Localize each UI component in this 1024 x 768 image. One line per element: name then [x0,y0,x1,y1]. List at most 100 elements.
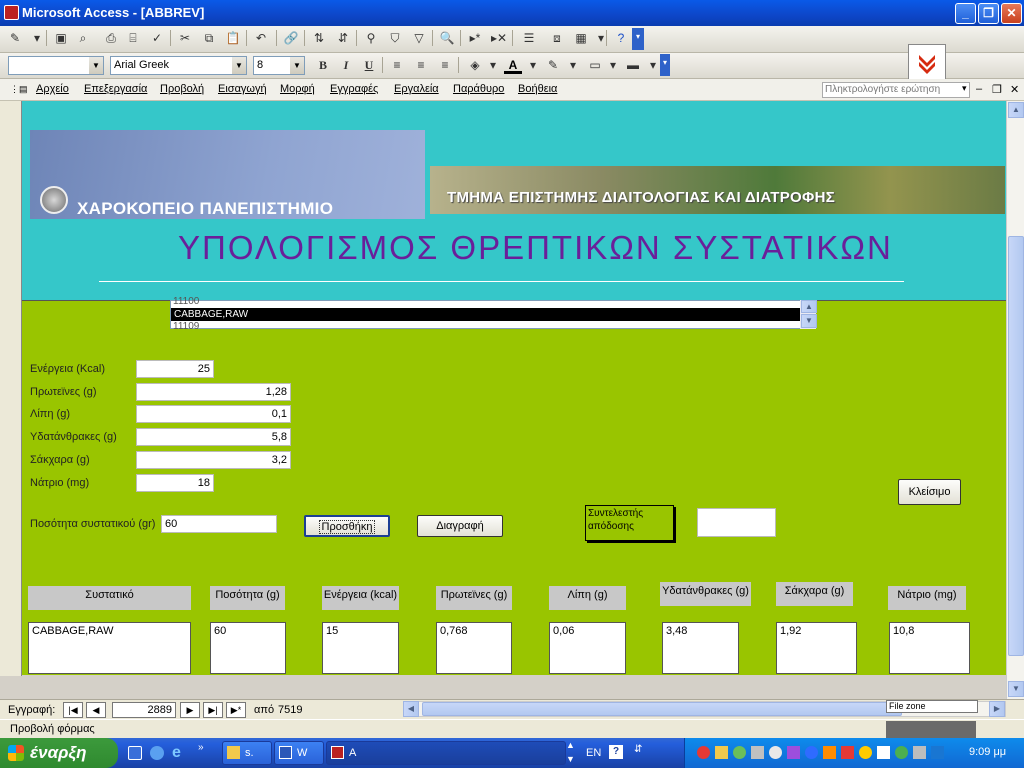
language-bar-options-icon[interactable]: ⇵ [634,744,642,755]
list-item[interactable]: 11109 [173,321,199,329]
taskbar-item-word[interactable]: W [274,741,324,765]
doc-close-button[interactable]: ✕ [1010,83,1019,96]
sugars-field[interactable]: 3,2 [136,451,291,469]
fill-color-icon[interactable]: ◈ [466,56,484,74]
table-cell-sodium[interactable]: 10,8 [889,622,970,674]
tray-red-icon[interactable] [697,746,710,759]
view-dropdown-icon[interactable]: ▾ [28,29,46,47]
language-help-icon[interactable]: ? [609,745,623,759]
tray-gray-icon[interactable] [913,746,926,759]
find-icon[interactable]: 🔍 [438,29,456,47]
fat-field[interactable]: 0,1 [136,405,291,423]
tray-green-icon[interactable] [895,746,908,759]
menu-records[interactable]: Εγγραφές [330,83,378,95]
menu-help[interactable]: Βοήθεια [518,83,557,95]
menu-window[interactable]: Παράθυρο [453,83,504,95]
last-record-icon[interactable]: ▶| [203,702,223,718]
tray-volume-icon[interactable] [751,746,764,759]
list-item-selected[interactable]: CABBAGE,RAW [171,308,800,321]
yield-coefficient-field[interactable] [697,508,776,537]
tray-bluetooth-icon[interactable] [805,746,818,759]
italic-button[interactable]: I [337,56,355,74]
style-combo[interactable]: ▼ [8,56,104,75]
line-color-icon[interactable]: ✎ [544,56,562,74]
spelling-icon[interactable]: ✓ [148,29,166,47]
underline-button[interactable]: U [360,56,378,74]
view-icon[interactable]: ✎ [6,29,24,47]
doc-restore-button[interactable]: ❐ [992,83,1002,96]
show-desktop-icon[interactable] [128,746,142,760]
table-cell-ingredient[interactable]: CABBAGE,RAW [28,622,191,674]
menu-insert[interactable]: Εισαγωγή [218,83,267,95]
quantity-field[interactable]: 60 [161,515,277,533]
next-record-icon[interactable]: ▶ [180,702,200,718]
filter-by-form-icon[interactable]: ⛉ [386,29,404,47]
scroll-up-icon[interactable]: ▲ [1008,102,1024,118]
scroll-left-icon[interactable]: ◀ [403,701,419,717]
doc-minimize-button[interactable]: – [976,83,982,95]
list-item[interactable]: 11100 [173,296,199,307]
current-record-field[interactable]: 2889 [112,702,176,718]
table-cell-sugars[interactable]: 1,92 [776,622,857,674]
tray-antivirus-icon[interactable] [841,746,854,759]
new-object-dropdown-icon[interactable]: ▾ [592,29,610,47]
line-width-icon[interactable]: ▭ [586,56,604,74]
special-effect-icon[interactable]: ▬ [624,56,642,74]
table-cell-energy[interactable]: 15 [322,622,399,674]
print-preview-icon[interactable]: ⌸ [124,29,142,47]
floating-arrow-button[interactable] [908,44,946,82]
sort-descending-icon[interactable]: ⇵ [334,29,352,47]
new-record-nav-icon[interactable]: ▶* [226,702,246,718]
help-icon[interactable]: ? [612,29,630,47]
filter-by-selection-icon[interactable]: ⚲ [362,29,380,47]
menu-file[interactable]: Αρχείο [36,83,69,95]
sodium-field[interactable]: 18 [136,474,214,492]
menu-tools[interactable]: Εργαλεία [394,83,439,95]
taskbar-scroll-down-icon[interactable]: ▼ [566,754,575,764]
table-cell-carbohydrates[interactable]: 3,48 [662,622,739,674]
apply-filter-icon[interactable]: ▽ [410,29,428,47]
fill-color-dropdown-icon[interactable]: ▾ [484,56,502,74]
close-window-button[interactable]: ✕ [1001,3,1022,24]
tray-update-icon[interactable] [859,746,872,759]
file-search-icon[interactable]: ⌕ [74,29,92,47]
table-cell-fat[interactable]: 0,06 [549,622,626,674]
copy-icon[interactable]: ⧉ [200,29,218,47]
protein-field[interactable]: 1,28 [136,383,291,401]
align-left-icon[interactable]: ≡ [388,56,406,74]
restore-button[interactable]: ❐ [978,3,999,24]
table-cell-protein[interactable]: 0,768 [436,622,512,674]
properties-icon[interactable]: ☰ [520,29,538,47]
undo-icon[interactable]: ↶ [252,29,270,47]
hyperlink-icon[interactable]: 🔗 [282,29,300,47]
listbox-scrollbar[interactable]: ▲ ▼ [800,300,817,329]
access-app-icon[interactable] [4,5,19,20]
close-form-button[interactable]: Κλείσιμο [898,479,961,505]
font-size-combo[interactable]: 8 ▼ [253,56,305,75]
align-center-icon[interactable]: ≡ [412,56,430,74]
new-record-icon[interactable]: ▸* [466,29,484,47]
minimize-button[interactable]: _ [955,3,976,24]
quicklaunch-more-icon[interactable]: » [198,742,204,753]
table-cell-quantity[interactable]: 60 [210,622,286,674]
scroll-down-icon[interactable]: ▼ [1008,681,1024,697]
tray-disk-icon[interactable] [769,746,782,759]
align-right-icon[interactable]: ≡ [436,56,454,74]
language-indicator[interactable]: EN [586,747,601,759]
help-question-box[interactable]: Πληκτρολογήστε ερώτηση [822,82,970,98]
print-icon[interactable]: ⎙ [102,29,120,47]
internet-explorer-icon[interactable]: e [172,744,181,762]
save-icon[interactable]: ▣ [52,29,70,47]
menu-edit[interactable]: Επεξεργασία [84,83,147,95]
scroll-thumb[interactable] [1008,236,1024,656]
taskbar-item-access[interactable]: A [326,741,566,765]
scroll-right-icon[interactable]: ▶ [989,701,1005,717]
tray-white-icon[interactable] [877,746,890,759]
tray-yellow-icon[interactable] [715,746,728,759]
help-dropdown-icon[interactable]: ▾ [962,83,967,94]
menu-format[interactable]: Μορφή [280,83,315,95]
start-button[interactable]: έναρξη [0,738,118,768]
paste-icon[interactable]: 📋 [224,29,242,47]
tray-purple-icon[interactable] [787,746,800,759]
line-color-dropdown-icon[interactable]: ▾ [564,56,582,74]
